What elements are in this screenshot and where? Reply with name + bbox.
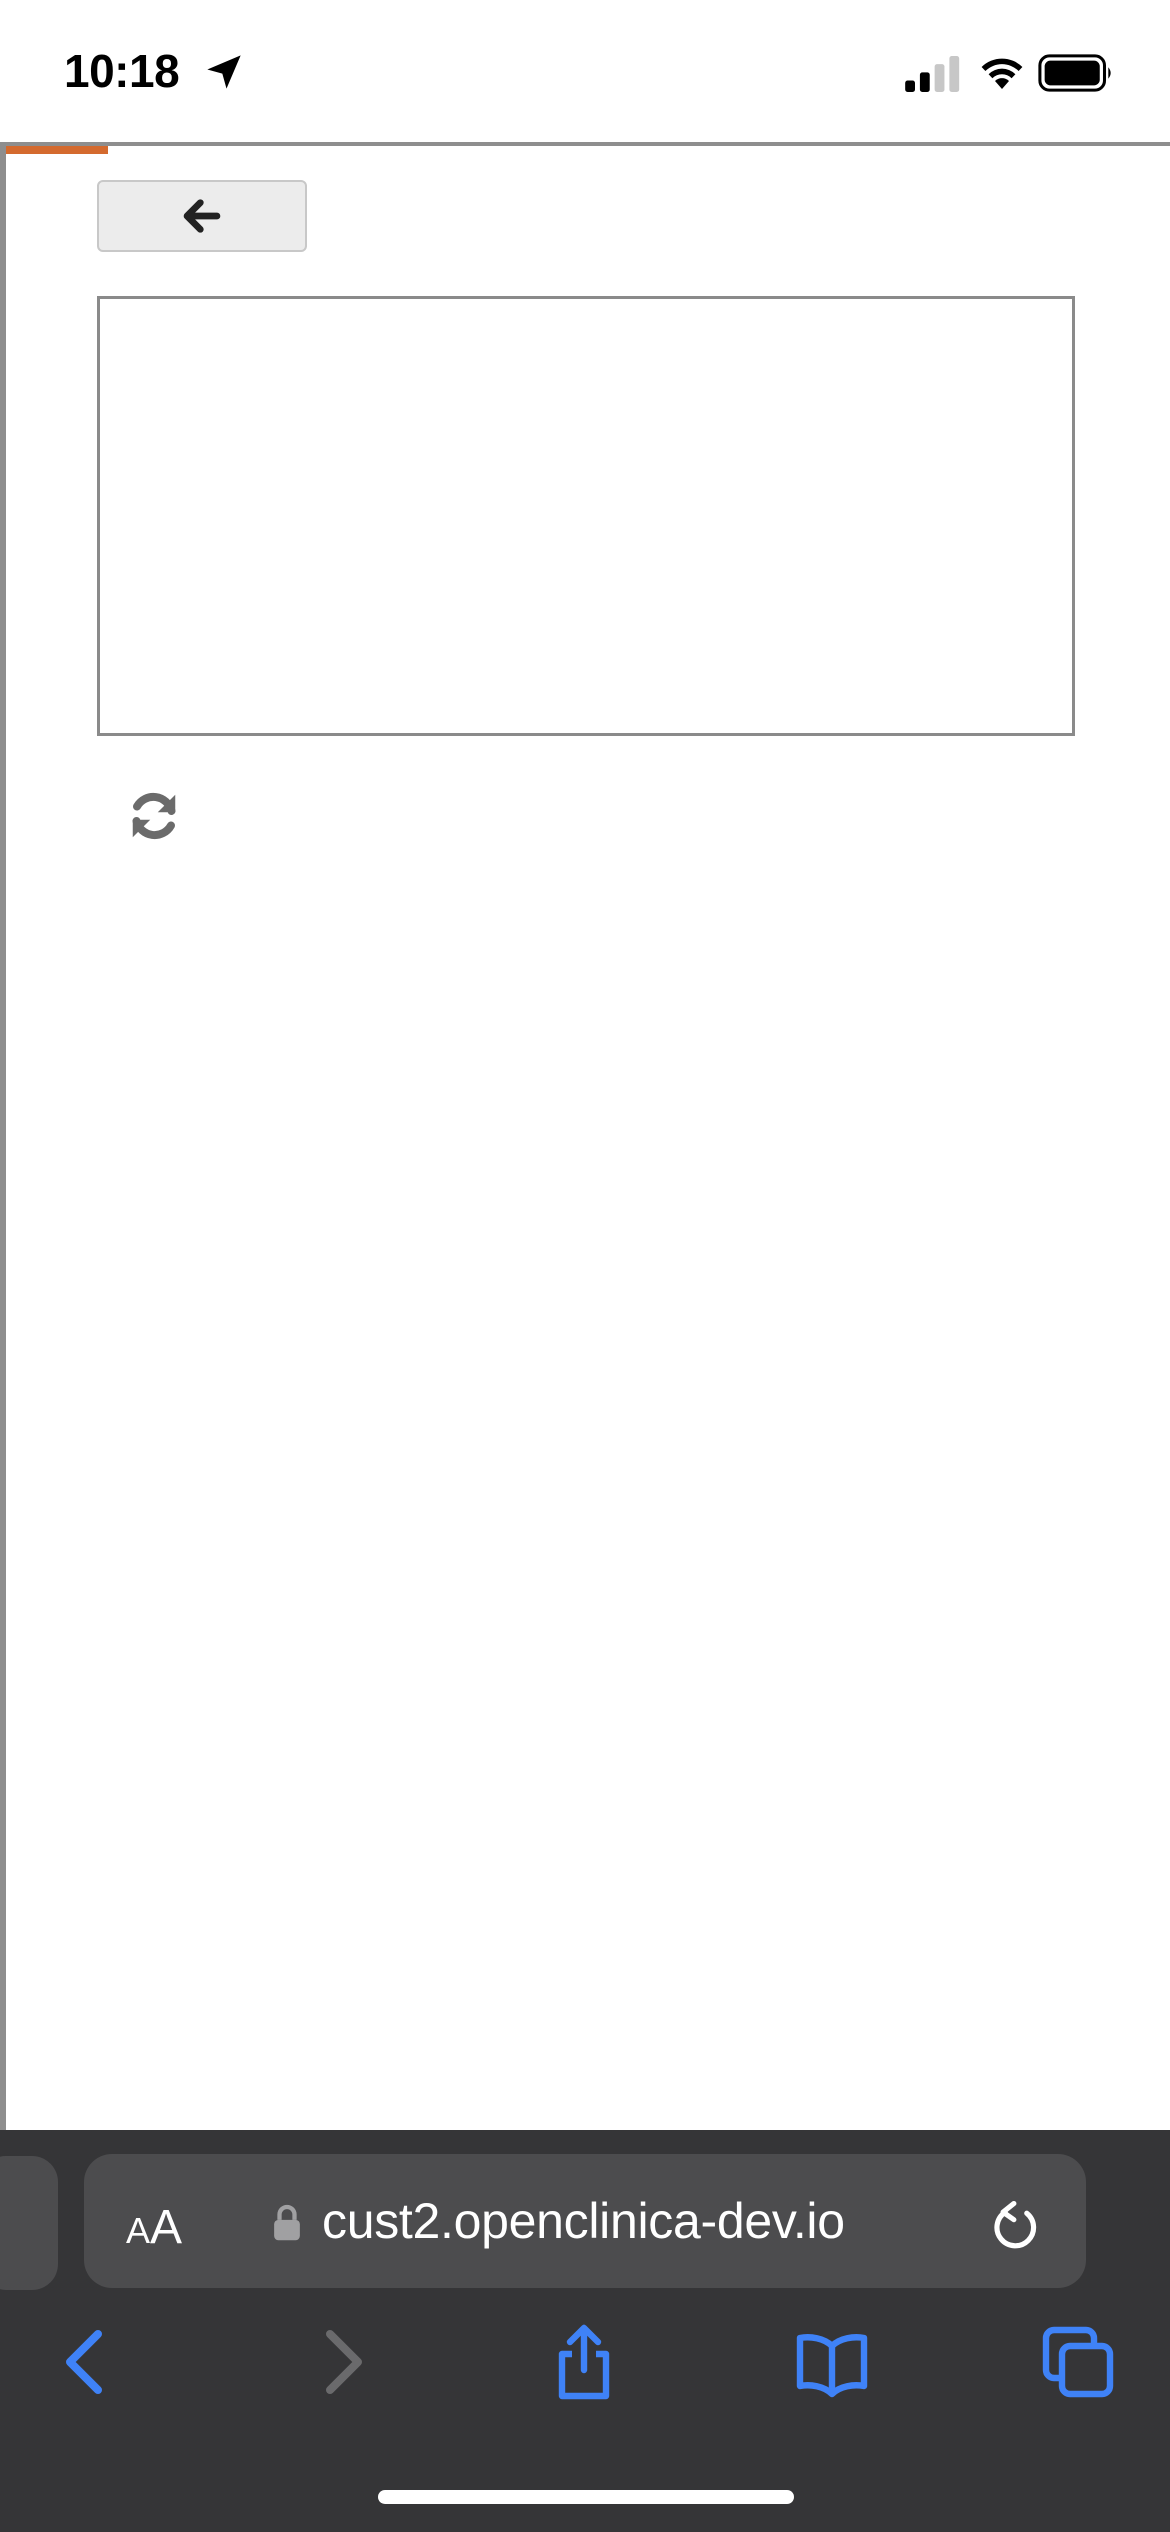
tabs-icon[interactable] xyxy=(1038,2322,1118,2402)
home-indicator[interactable] xyxy=(378,2490,794,2504)
lock-icon xyxy=(274,2204,300,2241)
arrow-left-icon xyxy=(183,199,221,233)
back-button[interactable] xyxy=(97,180,307,252)
web-content xyxy=(0,142,1170,2130)
content-frame xyxy=(97,296,1075,736)
back-icon[interactable] xyxy=(48,2322,128,2402)
reload-icon[interactable] xyxy=(990,2196,1042,2252)
text-size-label-big: A xyxy=(150,2201,183,2254)
status-time: 10:18 xyxy=(64,45,180,97)
previous-tab-peek[interactable] xyxy=(0,2156,58,2290)
forward-icon[interactable] xyxy=(300,2322,380,2402)
cellular-signal-icon xyxy=(905,56,960,92)
location-arrow-icon xyxy=(207,55,241,89)
progress-accent xyxy=(6,146,108,154)
share-icon[interactable] xyxy=(544,2322,624,2402)
wifi-icon xyxy=(981,58,1023,89)
url-text[interactable]: cust2.openclinica-dev.io xyxy=(322,2192,845,2250)
bookmarks-icon[interactable] xyxy=(792,2322,872,2402)
text-size-button[interactable]: A A xyxy=(126,2200,182,2255)
battery-icon xyxy=(1038,54,1111,92)
status-bar: 10:18 xyxy=(0,0,1170,142)
text-size-label-small: A xyxy=(126,2210,151,2251)
refresh-icon[interactable] xyxy=(124,786,184,846)
